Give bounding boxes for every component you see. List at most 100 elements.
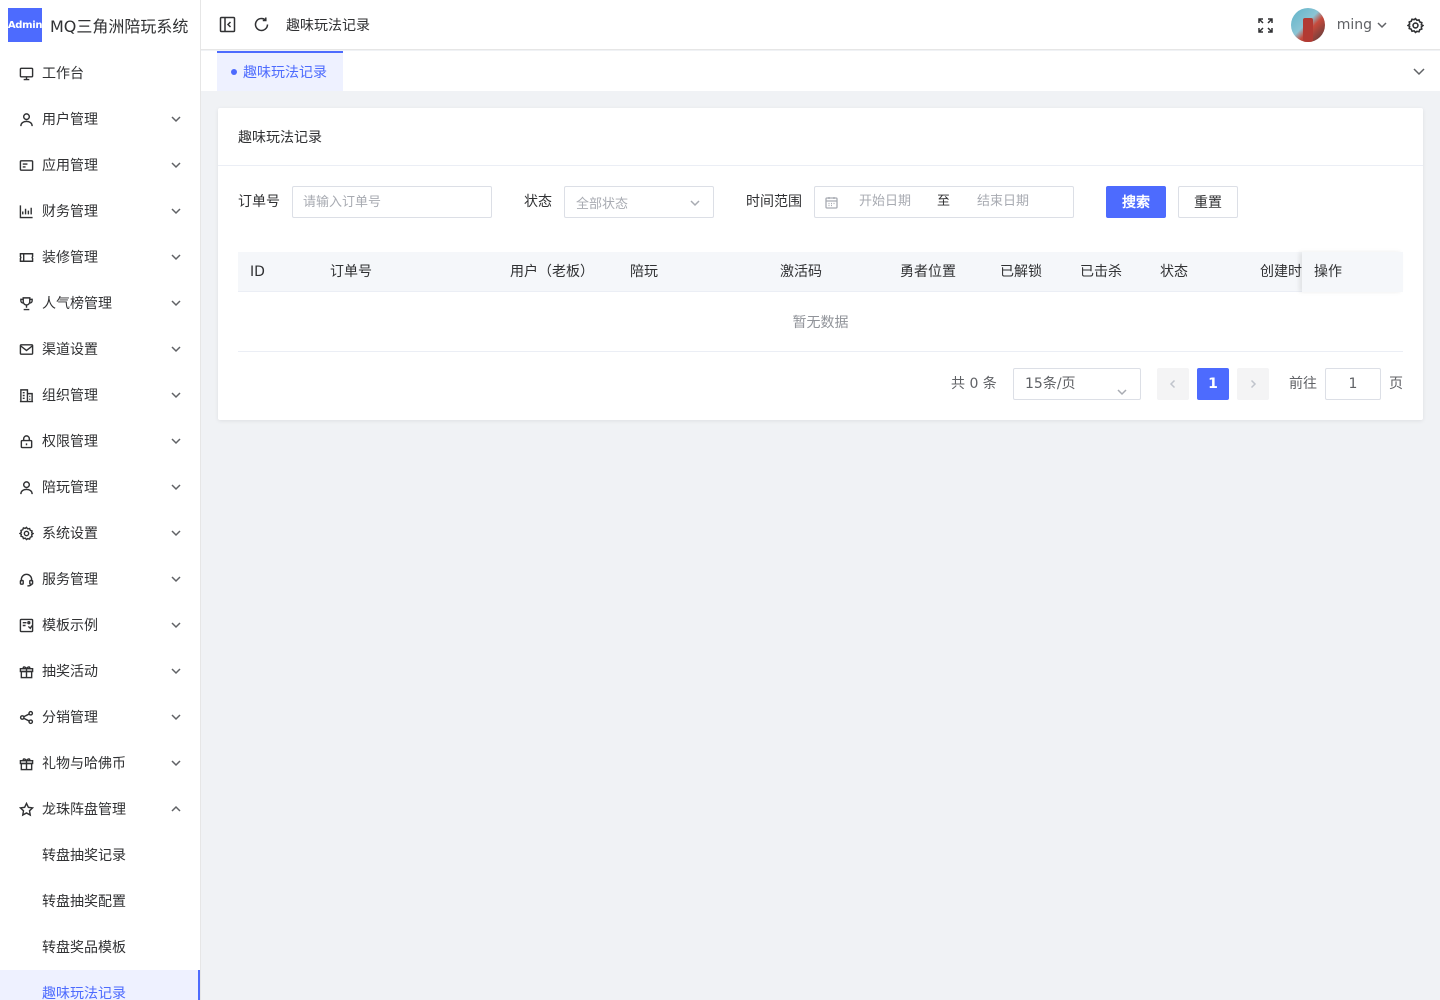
sidebar-item-label: 模板示例: [42, 618, 98, 634]
monitor-icon: [18, 65, 34, 81]
gift-icon: [18, 663, 34, 679]
sidebar-item-workbench[interactable]: 工作台: [0, 50, 200, 96]
sidebar-item-label: 装修管理: [42, 250, 98, 266]
chevron-down-icon: [170, 297, 182, 309]
page-size-select[interactable]: 15条/页: [1013, 368, 1141, 400]
sidebar-item-system-settings[interactable]: 系统设置: [0, 510, 200, 556]
sidebar-item-label: 用户管理: [42, 112, 98, 128]
sidebar-item-dragonball[interactable]: 龙珠阵盘管理: [0, 786, 200, 832]
submenu-item-wheel-config[interactable]: 转盘抽奖配置: [0, 878, 200, 924]
headset-icon: [18, 571, 34, 587]
sidebar-item-popularity[interactable]: 人气榜管理: [0, 280, 200, 326]
chevron-down-icon: [170, 435, 182, 447]
reset-button[interactable]: 重置: [1178, 186, 1238, 218]
tags-bar: 趣味玩法记录: [201, 51, 1440, 91]
app-icon: [18, 157, 34, 173]
template-icon: [18, 617, 34, 633]
sidebar-item-channels[interactable]: 渠道设置: [0, 326, 200, 372]
time-range-label: 时间范围: [746, 194, 802, 210]
sidebar-item-services[interactable]: 服务管理: [0, 556, 200, 602]
sidebar-item-organization[interactable]: 组织管理: [0, 372, 200, 418]
chevron-down-icon: [170, 757, 182, 769]
logo-badge: Admin: [8, 8, 42, 42]
chevron-down-icon[interactable]: [1412, 64, 1426, 78]
search-button[interactable]: 搜索: [1106, 186, 1166, 218]
gear-icon[interactable]: [1406, 16, 1424, 34]
sidebar-item-distribution[interactable]: 分销管理: [0, 694, 200, 740]
range-separator: 至: [937, 194, 951, 209]
trophy-icon: [18, 295, 34, 311]
records-card: 趣味玩法记录 订单号 状态 全部状态 时间范围 开始日期 至 结束日期 搜索 重…: [218, 108, 1423, 420]
sidebar: Admin MQ三角洲陪玩系统 工作台 用户管理 应用管理 财务管理 装修管理: [0, 0, 201, 1000]
user-icon: [18, 111, 34, 127]
pagination: 共 0 条 15条/页 1 前往 页: [943, 368, 1403, 400]
chevron-down-icon: [170, 205, 182, 217]
order-input[interactable]: [292, 186, 492, 218]
refresh-icon[interactable]: [252, 16, 270, 34]
sidebar-item-apps[interactable]: 应用管理: [0, 142, 200, 188]
logo[interactable]: Admin MQ三角洲陪玩系统: [0, 0, 200, 50]
sidebar-item-lottery[interactable]: 抽奖活动: [0, 648, 200, 694]
chart-icon: [18, 203, 34, 219]
next-page-button[interactable]: [1237, 368, 1269, 400]
table-header: ID 订单号 用户（老板） 陪玩 激活码 勇者位置 已解锁 已击杀 状态 创建时…: [238, 252, 1403, 292]
ticket-icon: [18, 249, 34, 265]
chevron-down-icon: [170, 343, 182, 355]
sidebar-item-label: 渠道设置: [42, 342, 98, 358]
breadcrumb: 趣味玩法记录: [286, 17, 370, 34]
fullscreen-icon[interactable]: [1257, 16, 1275, 34]
chevron-right-icon: [1250, 379, 1257, 389]
sidebar-item-label: 人气榜管理: [42, 296, 112, 312]
sidebar-item-permissions[interactable]: 权限管理: [0, 418, 200, 464]
prev-page-button[interactable]: [1157, 368, 1189, 400]
submenu-item-wheel-prize-templates[interactable]: 转盘奖品模板: [0, 924, 200, 970]
page-suffix: 页: [1389, 376, 1403, 392]
page-number-current[interactable]: 1: [1197, 368, 1229, 400]
chevron-down-icon: [170, 481, 182, 493]
sidebar-item-label: 工作台: [42, 66, 84, 82]
sidebar-item-label: 组织管理: [42, 388, 98, 404]
goto-page-input[interactable]: [1325, 368, 1381, 400]
end-date-input[interactable]: 结束日期: [977, 187, 1029, 217]
sidebar-item-users[interactable]: 用户管理: [0, 96, 200, 142]
sidebar-item-label: 应用管理: [42, 158, 98, 174]
avatar[interactable]: [1290, 8, 1325, 42]
header-actions: ming: [1257, 0, 1424, 50]
submenu-item-fun-play-records[interactable]: 趣味玩法记录: [0, 970, 200, 1000]
submenu-item-wheel-records[interactable]: 转盘抽奖记录: [0, 832, 200, 878]
chevron-left-icon: [1169, 379, 1176, 389]
sidebar-item-label: 财务管理: [42, 204, 98, 220]
column-header-status: 状态: [1160, 264, 1188, 280]
date-range-picker[interactable]: 开始日期 至 结束日期: [814, 186, 1074, 218]
tag-active-dot: [231, 69, 237, 75]
sidebar-menu: 工作台 用户管理 应用管理 财务管理 装修管理 人气榜管理 渠道设置 组织管理 …: [0, 50, 200, 1000]
sidebar-item-gifts[interactable]: 礼物与哈佛币: [0, 740, 200, 786]
sidebar-item-templates[interactable]: 模板示例: [0, 602, 200, 648]
status-select[interactable]: 全部状态: [564, 186, 714, 218]
card-title: 趣味玩法记录: [218, 108, 1423, 166]
office-building-icon: [18, 387, 34, 403]
tag-fun-play-records[interactable]: 趣味玩法记录: [217, 51, 343, 91]
collapse-sidebar-icon[interactable]: [218, 16, 236, 34]
calendar-icon: [825, 196, 838, 209]
star-icon: [18, 801, 34, 817]
user-icon: [18, 479, 34, 495]
sidebar-item-finance[interactable]: 财务管理: [0, 188, 200, 234]
sidebar-item-label: 礼物与哈佛币: [42, 756, 126, 772]
sidebar-item-label: 陪玩管理: [42, 480, 98, 496]
sidebar-item-label: 服务管理: [42, 572, 98, 588]
sidebar-item-label: 分销管理: [42, 710, 98, 726]
chevron-down-icon: [170, 389, 182, 401]
lock-icon: [18, 433, 34, 449]
pagination-total: 共 0 条: [951, 376, 997, 392]
username[interactable]: ming: [1337, 17, 1372, 33]
start-date-input[interactable]: 开始日期: [859, 187, 911, 217]
sidebar-item-companions[interactable]: 陪玩管理: [0, 464, 200, 510]
chevron-down-icon: [170, 113, 182, 125]
app-title: MQ三角洲陪玩系统: [50, 17, 189, 36]
gift-icon: [18, 755, 34, 771]
chevron-down-icon[interactable]: [1376, 19, 1388, 31]
column-header-id: ID: [250, 264, 265, 280]
column-header-created-at: 创建时间: [1260, 264, 1302, 280]
sidebar-item-decoration[interactable]: 装修管理: [0, 234, 200, 280]
